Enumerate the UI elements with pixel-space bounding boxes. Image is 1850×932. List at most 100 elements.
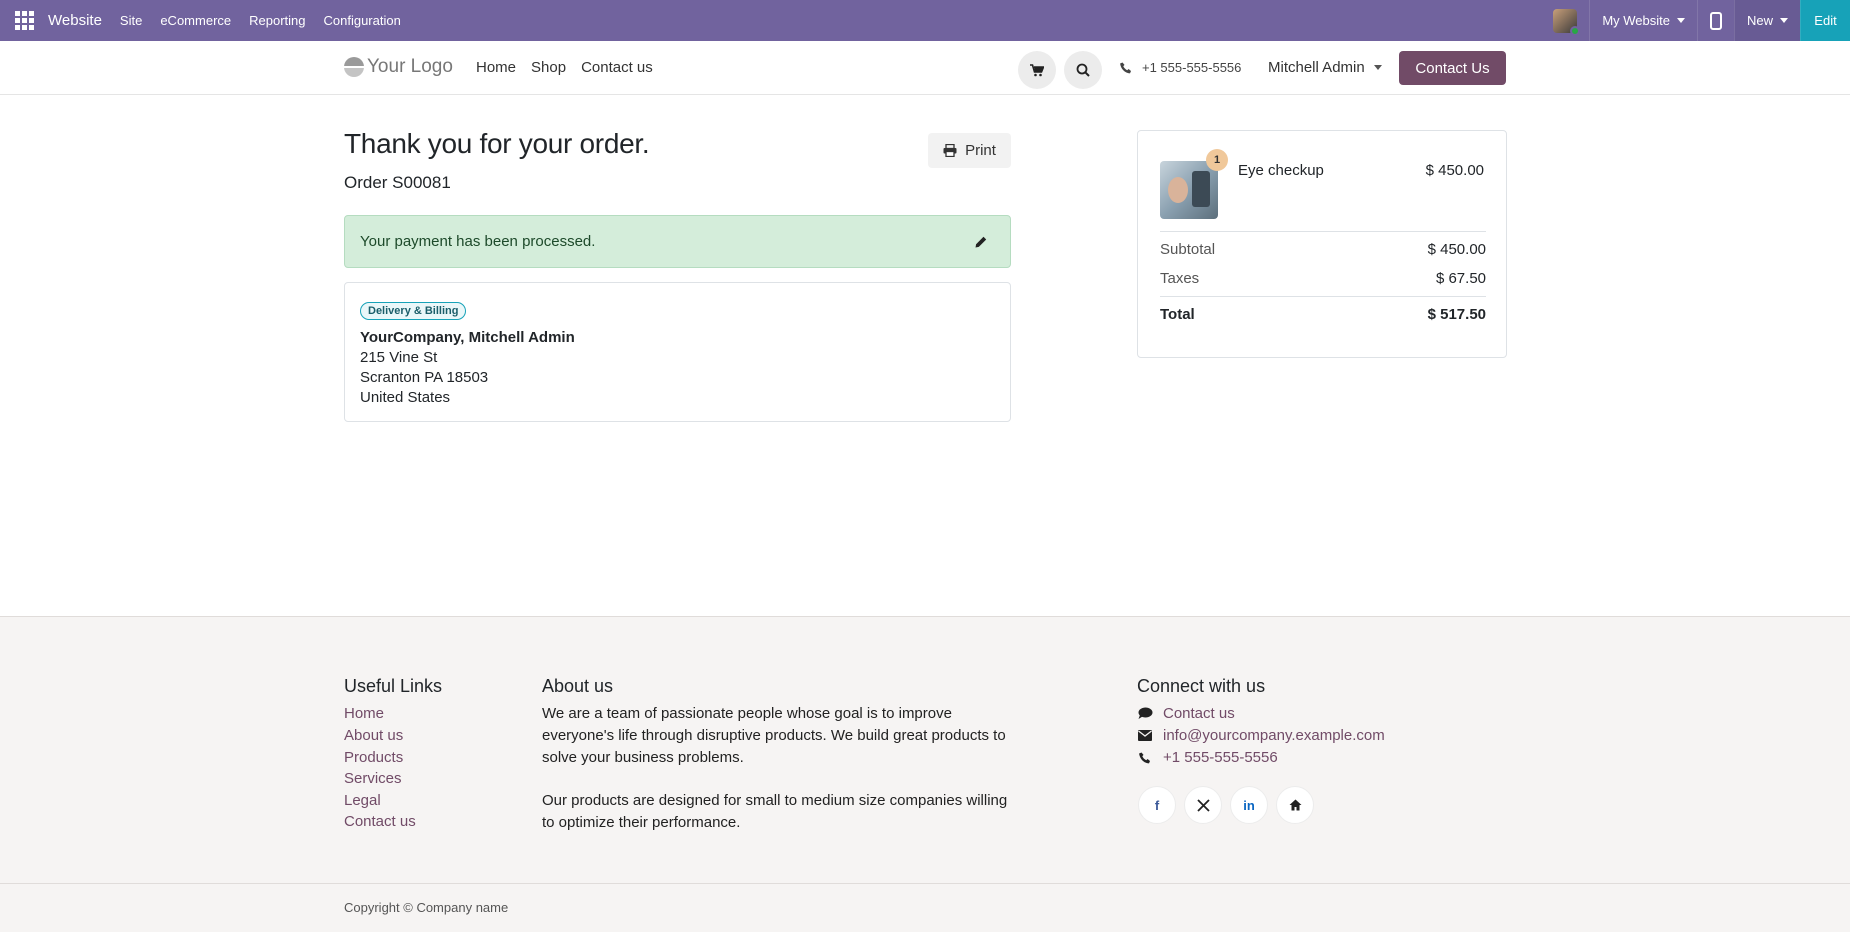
footer-link-legal[interactable]: Legal bbox=[344, 792, 381, 809]
linkedin-icon: in bbox=[1243, 797, 1255, 813]
phone-icon bbox=[1139, 752, 1150, 763]
user-name: Mitchell Admin bbox=[1268, 59, 1365, 76]
site-logo[interactable]: Your Logo bbox=[344, 56, 453, 78]
address-city: Scranton PA 18503 bbox=[360, 369, 489, 386]
logo-text: Your Logo bbox=[367, 56, 453, 77]
footer-link-services[interactable]: Services bbox=[344, 770, 402, 787]
logo-icon bbox=[344, 57, 364, 77]
linkedin-button[interactable]: in bbox=[1230, 786, 1268, 824]
connect-email[interactable]: info@yourcompany.example.com bbox=[1137, 727, 1385, 744]
facebook-icon: f bbox=[1154, 797, 1160, 813]
page-title: Thank you for your order. bbox=[344, 128, 650, 159]
address-name: YourCompany, Mitchell Admin bbox=[360, 329, 575, 346]
product-image[interactable] bbox=[1160, 161, 1218, 219]
footer-divider bbox=[0, 883, 1850, 884]
payment-status-text: Your payment has been processed. bbox=[360, 233, 596, 250]
subtotal-label: Subtotal bbox=[1160, 241, 1216, 258]
home-button[interactable] bbox=[1276, 786, 1314, 824]
user-dropdown[interactable]: Mitchell Admin bbox=[1268, 59, 1382, 76]
online-status-icon bbox=[1570, 25, 1581, 36]
site-footer bbox=[0, 616, 1850, 932]
mobile-icon bbox=[1709, 11, 1722, 30]
nav-contact-us[interactable]: Contact us bbox=[581, 59, 653, 76]
taxes-label: Taxes bbox=[1160, 270, 1200, 287]
print-button[interactable]: Print bbox=[928, 133, 1011, 168]
connect-phone[interactable]: +1 555-555-5556 bbox=[1137, 749, 1278, 766]
caret-down-icon bbox=[1373, 65, 1382, 70]
about-paragraph-1: We are a team of passionate people whose… bbox=[542, 705, 1006, 766]
footer-link-home[interactable]: Home bbox=[344, 705, 384, 722]
subtotal-value: $ 450.00 bbox=[1427, 241, 1486, 258]
about-paragraph-2: Our products are designed for small to m… bbox=[542, 792, 1008, 831]
copyright-text: Copyright © Company name bbox=[344, 900, 509, 915]
taxes-value: $ 67.50 bbox=[1435, 270, 1486, 287]
divider bbox=[1160, 296, 1486, 297]
connect-contact[interactable]: Contact us bbox=[1137, 705, 1235, 722]
quantity-badge: 1 bbox=[1206, 149, 1228, 171]
pencil-icon[interactable] bbox=[975, 236, 987, 248]
x-button[interactable] bbox=[1184, 786, 1222, 824]
taxes-row: Taxes $ 67.50 bbox=[1160, 270, 1486, 287]
order-number: Order S00081 bbox=[344, 173, 451, 192]
caret-down-icon bbox=[1676, 18, 1685, 23]
apps-menu-icon[interactable] bbox=[13, 10, 35, 32]
address-street: 215 Vine St bbox=[360, 349, 438, 366]
footer-link-contact-us[interactable]: Contact us bbox=[344, 813, 416, 830]
cart-icon bbox=[1030, 63, 1044, 76]
search-button[interactable] bbox=[1064, 51, 1102, 89]
header-phone[interactable]: +1 555-555-5556 bbox=[1120, 60, 1241, 75]
site-header: Your Logo Home Shop Contact us +1 555-55… bbox=[0, 41, 1850, 95]
mobile-preview-button[interactable] bbox=[1696, 0, 1734, 41]
connect-title: Connect with us bbox=[1137, 676, 1266, 696]
connect-contact-text: Contact us bbox=[1163, 705, 1235, 722]
total-row: Total $ 517.50 bbox=[1160, 306, 1486, 323]
home-icon bbox=[1289, 799, 1301, 811]
website-switcher[interactable]: My Website bbox=[1589, 0, 1697, 41]
contact-us-button[interactable]: Contact Us bbox=[1399, 51, 1506, 85]
useful-links-title: Useful Links bbox=[344, 676, 443, 696]
product-name[interactable]: Eye checkup bbox=[1238, 162, 1324, 179]
footer-link-about-us[interactable]: About us bbox=[344, 727, 403, 744]
divider bbox=[1160, 231, 1486, 232]
new-content-button[interactable]: New bbox=[1733, 0, 1800, 41]
menu-ecommerce[interactable]: eCommerce bbox=[160, 13, 231, 28]
new-label: New bbox=[1746, 13, 1773, 28]
header-phone-text: +1 555-555-5556 bbox=[1142, 60, 1242, 75]
admin-navbar-right: My Website New Edit bbox=[1541, 0, 1850, 41]
total-value: $ 517.50 bbox=[1427, 306, 1486, 323]
cart-button[interactable] bbox=[1018, 51, 1056, 89]
connect-phone-text: +1 555-555-5556 bbox=[1163, 749, 1278, 766]
address-type-badge: Delivery & Billing bbox=[360, 302, 467, 320]
address-country: United States bbox=[360, 389, 451, 406]
website-switcher-label: My Website bbox=[1602, 13, 1670, 28]
about-title: About us bbox=[542, 676, 614, 696]
nav-home[interactable]: Home bbox=[476, 59, 516, 76]
admin-navbar: Website Site eCommerce Reporting Configu… bbox=[0, 0, 1850, 41]
nav-shop[interactable]: Shop bbox=[531, 59, 566, 76]
caret-down-icon bbox=[1780, 18, 1788, 23]
print-icon bbox=[943, 144, 957, 157]
order-summary: 1 Eye checkup $ 450.00 Subtotal $ 450.00… bbox=[1137, 130, 1507, 358]
product-price: $ 450.00 bbox=[1425, 162, 1484, 179]
address-card: Delivery & Billing YourCompany, Mitchell… bbox=[344, 282, 1011, 422]
menu-configuration[interactable]: Configuration bbox=[324, 13, 401, 28]
main-nav: Home Shop Contact us bbox=[476, 59, 653, 76]
search-icon bbox=[1076, 63, 1090, 77]
print-label: Print bbox=[965, 142, 996, 159]
total-label: Total bbox=[1160, 306, 1195, 323]
connect-email-text: info@yourcompany.example.com bbox=[1163, 727, 1385, 744]
menu-site[interactable]: Site bbox=[120, 13, 142, 28]
envelope-icon bbox=[1138, 730, 1152, 741]
comment-icon bbox=[1138, 707, 1152, 719]
x-icon bbox=[1196, 798, 1210, 812]
footer-link-products[interactable]: Products bbox=[344, 749, 403, 766]
user-avatar-button[interactable] bbox=[1541, 0, 1589, 41]
payment-status-alert: Your payment has been processed. bbox=[344, 215, 1011, 268]
phone-icon bbox=[1120, 62, 1131, 73]
subtotal-row: Subtotal $ 450.00 bbox=[1160, 241, 1486, 258]
app-brand[interactable]: Website bbox=[48, 12, 102, 29]
avatar bbox=[1553, 8, 1581, 36]
edit-button[interactable]: Edit bbox=[1800, 0, 1850, 41]
menu-reporting[interactable]: Reporting bbox=[249, 13, 305, 28]
facebook-button[interactable]: f bbox=[1138, 786, 1176, 824]
